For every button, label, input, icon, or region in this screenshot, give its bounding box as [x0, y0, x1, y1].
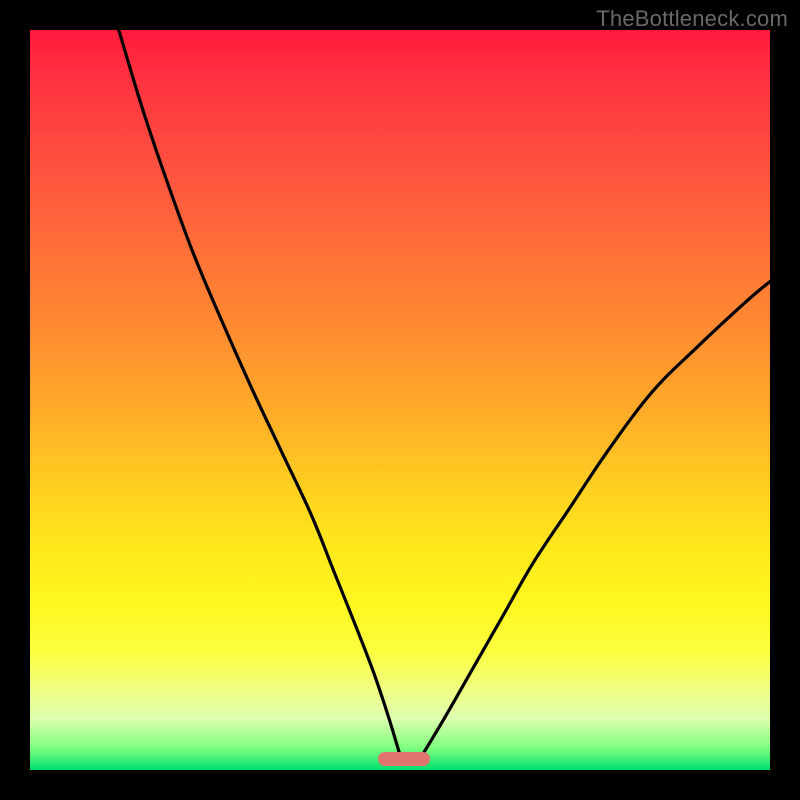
curve-svg: [30, 30, 770, 770]
plot-area: [30, 30, 770, 770]
curve-right-branch: [422, 282, 770, 756]
minimum-marker: [378, 752, 430, 767]
watermark-text: TheBottleneck.com: [596, 6, 788, 32]
chart-container: TheBottleneck.com: [0, 0, 800, 800]
curve-left-branch: [119, 30, 400, 755]
